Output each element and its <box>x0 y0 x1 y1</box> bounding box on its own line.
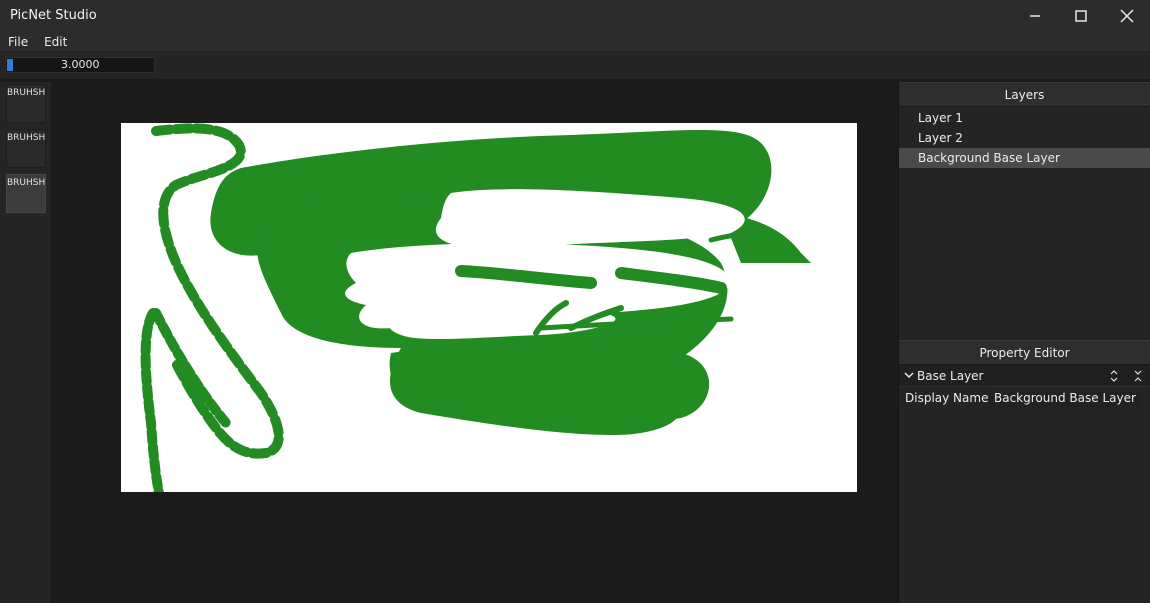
property-editor-header: Property Editor <box>899 340 1150 365</box>
toolbar: 3.0000 <box>0 52 1150 80</box>
maximize-button[interactable] <box>1058 0 1104 32</box>
close-button[interactable] <box>1104 0 1150 32</box>
brush-panel: BRUHSH BRUHSH BRUHSH <box>0 82 52 603</box>
brush-button-2[interactable]: BRUHSH <box>6 129 46 168</box>
display-name-field[interactable]: Background Base Layer <box>989 388 1141 408</box>
layer-item-selected[interactable]: Background Base Layer <box>899 148 1150 168</box>
window-title: PicNet Studio <box>10 8 97 23</box>
expand-all-icon[interactable] <box>1109 368 1123 384</box>
menu-edit[interactable]: Edit <box>36 32 75 52</box>
property-row: Display Name Background Base Layer <box>899 387 1150 409</box>
window-controls <box>1012 0 1150 32</box>
dotted-stroke <box>140 308 164 492</box>
minimize-button[interactable] <box>1012 0 1058 32</box>
layers-list: Layer 1 Layer 2 Background Base Layer <box>899 107 1150 340</box>
close-icon <box>1120 9 1134 23</box>
property-group-base-layer[interactable]: Base Layer <box>899 365 1150 387</box>
brush-size-slider[interactable]: 3.0000 <box>5 57 155 73</box>
brush-label: BRUHSH <box>7 178 46 188</box>
brush-button-1[interactable]: BRUHSH <box>6 84 46 123</box>
brush-label: BRUHSH <box>7 133 46 143</box>
minimize-icon <box>1030 15 1040 17</box>
paint-canvas[interactable] <box>121 123 857 492</box>
layer-item[interactable]: Layer 1 <box>899 108 1150 128</box>
collapse-all-icon[interactable] <box>1133 368 1147 384</box>
paint-strokes <box>140 123 811 492</box>
brush-button-3[interactable]: BRUHSH <box>6 174 46 213</box>
canvas-area <box>52 82 898 603</box>
maximize-icon <box>1075 10 1087 22</box>
property-group-label: Base Layer <box>917 368 984 383</box>
menu-bar: File Edit <box>0 32 1150 52</box>
brush-size-value: 3.0000 <box>61 58 100 71</box>
slider-fill <box>7 59 13 71</box>
app-window: PicNet Studio File Edit 3.0000 BRUHSH BR… <box>0 0 1150 603</box>
title-bar[interactable]: PicNet Studio <box>0 0 1150 32</box>
chevron-down-icon[interactable] <box>899 371 917 380</box>
menu-file[interactable]: File <box>0 32 36 52</box>
layer-item[interactable]: Layer 2 <box>899 128 1150 148</box>
property-name: Display Name <box>905 391 989 405</box>
brush-label: BRUHSH <box>7 88 46 98</box>
layers-header: Layers <box>899 82 1150 107</box>
right-panel: Layers Layer 1 Layer 2 Background Base L… <box>898 82 1150 603</box>
